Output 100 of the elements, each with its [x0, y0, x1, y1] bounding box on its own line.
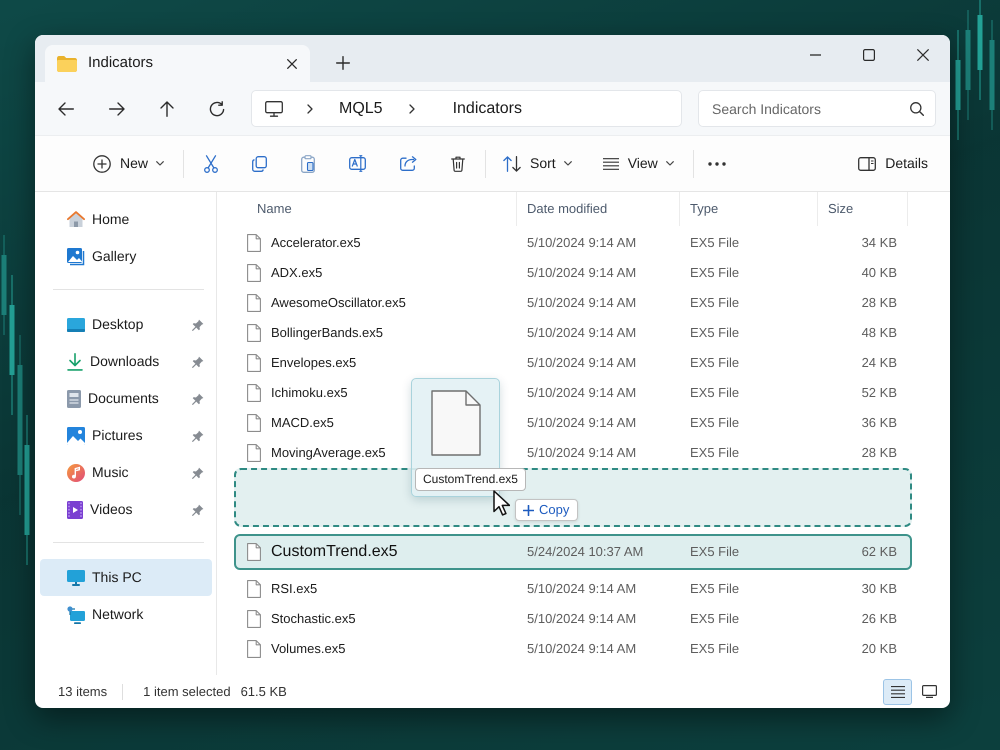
file-row[interactable]: AwesomeOscillator.ex5 5/10/2024 9:14 AM EX5 File 28 KB: [234, 288, 912, 318]
breadcrumb-link[interactable]: MQL5: [339, 96, 383, 120]
file-type: EX5 File: [689, 264, 740, 282]
file-name: Ichimoku.ex5: [271, 384, 348, 402]
file-type: EX5 File: [689, 580, 740, 598]
file-icon: [247, 414, 261, 432]
column-header[interactable]: Name: [234, 192, 517, 226]
date-modified: 5/10/2024 9:14 AM: [526, 264, 638, 282]
file-type: EX5 File: [689, 324, 740, 342]
share-icon[interactable]: [400, 156, 418, 171]
sidebar-item[interactable]: Desktop: [40, 306, 212, 343]
date-modified: 5/10/2024 9:14 AM: [526, 580, 638, 598]
video-icon: [67, 500, 83, 518]
file-row[interactable]: BollingerBands.ex5 5/10/2024 9:14 AM EX5 File 48 KB: [234, 318, 912, 348]
file-size: 28 KB: [860, 294, 898, 312]
maximize-icon[interactable]: [863, 49, 875, 61]
forward-arrow-icon[interactable]: [109, 102, 125, 116]
window-tab[interactable]: Indicators: [45, 45, 310, 82]
cut-icon[interactable]: [204, 154, 218, 172]
file-icon: [247, 444, 261, 462]
new-button[interactable]: New: [85, 147, 172, 180]
file-size: 34 KB: [860, 234, 898, 252]
copy-icon[interactable]: [252, 156, 268, 172]
breadcrumb-link[interactable]: Indicators: [452, 96, 522, 120]
sidebar-item[interactable]: Network: [40, 596, 212, 633]
file-row[interactable]: MACD.ex5 5/10/2024 9:14 AM EX5 File 36 KB: [234, 408, 912, 438]
more-options-icon[interactable]: [708, 162, 726, 166]
sidebar-item[interactable]: This PC: [40, 559, 212, 596]
sidebar-item[interactable]: Documents: [40, 380, 212, 417]
download-icon: [67, 352, 83, 370]
home-icon: [67, 211, 85, 228]
file-row[interactable]: CustomTrend.ex5 5/24/2024 10:37 AM EX5 File 62 KB: [234, 534, 912, 570]
file-name: BollingerBands.ex5: [271, 324, 384, 342]
sidebar-item[interactable]: Pictures: [40, 417, 212, 454]
document-icon: [67, 390, 81, 408]
file-icon: [247, 354, 261, 372]
sidebar-item[interactable]: Videos: [40, 491, 212, 528]
search-icon[interactable]: [910, 102, 924, 116]
chevron-down-icon: [666, 161, 674, 166]
file-name: AwesomeOscillator.ex5: [271, 294, 406, 312]
add-icon: [93, 154, 111, 172]
close-tab-icon[interactable]: [287, 58, 297, 68]
up-arrow-icon[interactable]: [160, 100, 174, 116]
file-row[interactable]: MovingAverage.ex5 5/10/2024 9:14 AM EX5 File 28 KB: [234, 438, 912, 468]
details-view-button[interactable]: [883, 678, 912, 704]
delete-icon[interactable]: [451, 156, 466, 172]
picture-icon: [67, 426, 85, 444]
search-field[interactable]: Search Indicators: [698, 90, 936, 127]
pin-icon: [192, 392, 204, 404]
view-button[interactable]: View: [594, 147, 682, 180]
file-name: Envelopes.ex5: [271, 354, 356, 372]
file-size: 20 KB: [860, 640, 898, 658]
file-type: EX5 File: [689, 234, 740, 252]
close-icon[interactable]: [917, 49, 929, 61]
address-bar[interactable]: MQL5 Indicators: [251, 90, 682, 127]
sidebar-item[interactable]: Downloads: [40, 343, 212, 380]
file-row[interactable]: Volumes.ex5 5/10/2024 9:14 AM EX5 File 20 KB: [234, 634, 912, 664]
chevron-right-icon[interactable]: [307, 104, 313, 114]
minimize-icon[interactable]: [810, 54, 821, 56]
pin-icon: [192, 356, 204, 368]
file-icon: [247, 543, 261, 561]
file-size: 40 KB: [860, 264, 898, 282]
file-row[interactable]: ADX.ex5 5/10/2024 9:14 AM EX5 File 40 KB: [234, 258, 912, 288]
sidebar-item[interactable]: Music: [40, 454, 212, 491]
file-size: 48 KB: [860, 324, 898, 342]
date-modified: 5/10/2024 9:14 AM: [526, 294, 638, 312]
file-name: MovingAverage.ex5: [271, 444, 386, 462]
file-row[interactable]: RSI.ex5 5/10/2024 9:14 AM EX5 File 30 KB: [234, 574, 912, 604]
date-modified: 5/10/2024 9:14 AM: [526, 354, 638, 372]
pin-icon: [192, 430, 204, 442]
gallery-icon: [67, 248, 85, 266]
file-size: 30 KB: [860, 580, 898, 598]
details-view-icon: [890, 686, 904, 698]
file-name: CustomTrend.ex5: [271, 542, 398, 562]
file-icon: [247, 294, 261, 312]
paste-icon[interactable]: [301, 154, 316, 172]
file-row[interactable]: Ichimoku.ex5 5/10/2024 9:14 AM EX5 File 52 KB: [234, 378, 912, 408]
add-icon: [523, 504, 534, 516]
file-name: Stochastic.ex5: [271, 610, 356, 628]
sidebar-item[interactable]: Gallery: [40, 238, 212, 275]
file-row[interactable]: Accelerator.ex5 5/10/2024 9:14 AM EX5 File 34 KB: [234, 228, 912, 258]
file-icon: [247, 640, 261, 658]
chevron-down-icon: [564, 161, 572, 166]
file-row[interactable]: Stochastic.ex5 5/10/2024 9:14 AM EX5 File 26 KB: [234, 604, 912, 634]
back-arrow-icon[interactable]: [58, 102, 74, 116]
chevron-right-icon[interactable]: [408, 104, 415, 114]
sort-button[interactable]: Sort: [495, 147, 580, 180]
sidebar-item[interactable]: Home: [40, 201, 212, 238]
file-icon: [430, 390, 480, 456]
new-tab-icon[interactable]: [336, 56, 350, 70]
column-header[interactable]: Date modified: [517, 192, 680, 226]
sort-icon: [503, 156, 522, 172]
file-row[interactable]: Envelopes.ex5 5/10/2024 9:14 AM EX5 File 24 KB: [234, 348, 912, 378]
file-size: 52 KB: [860, 384, 898, 402]
details-button[interactable]: Details: [850, 147, 936, 180]
date-modified: 5/10/2024 9:14 AM: [526, 414, 638, 432]
column-header[interactable]: Type: [680, 192, 818, 226]
refresh-icon[interactable]: [209, 100, 225, 116]
column-header[interactable]: Size: [818, 192, 908, 226]
rename-icon[interactable]: [349, 155, 366, 172]
